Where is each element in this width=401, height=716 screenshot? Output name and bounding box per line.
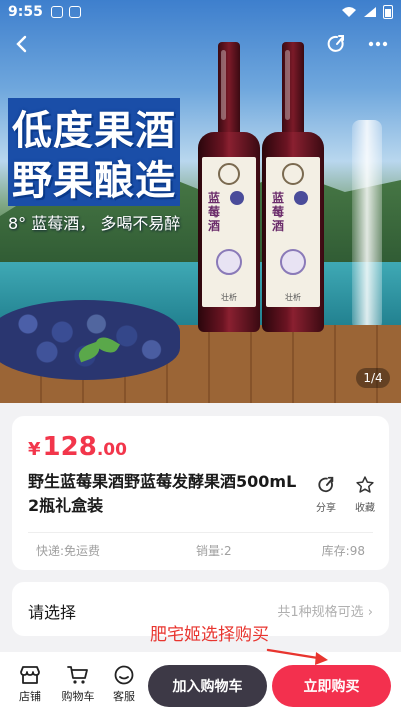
- wine-bottle: 蓝莓酒 壮析: [262, 42, 324, 332]
- signal-icon: [364, 7, 376, 17]
- bottom-action-bar: 店铺 购物车 客服 加入购物车 立即购买: [0, 652, 401, 716]
- share-button[interactable]: 分享: [308, 474, 344, 514]
- brand-logo-icon: [282, 163, 304, 185]
- waterfall-scenery: [352, 120, 382, 330]
- price-decimal: .00: [96, 440, 127, 460]
- back-button[interactable]: [8, 30, 36, 58]
- chat-icon: [114, 665, 134, 685]
- annotation-arrow-icon: [266, 648, 328, 665]
- share-label: 分享: [316, 503, 336, 514]
- wine-bottle: 蓝莓酒 壮析: [198, 42, 260, 332]
- more-button[interactable]: [364, 30, 392, 58]
- buy-now-button[interactable]: 立即购买: [272, 665, 391, 707]
- add-to-cart-button[interactable]: 加入购物车: [148, 665, 267, 707]
- seal-icon: [280, 249, 306, 275]
- more-icon: [368, 41, 388, 47]
- share-icon: [318, 476, 334, 493]
- price-integer: 128: [42, 432, 97, 462]
- favorite-label: 收藏: [355, 503, 375, 514]
- brand-logo-icon: [218, 163, 240, 185]
- product-image-carousel[interactable]: 低度果酒 野果酿造 8° 蓝莓酒， 多喝不易醉 蓝莓酒 壮析 蓝莓酒 壮析 1/…: [0, 0, 401, 403]
- cart-icon: [67, 666, 88, 684]
- berry-icon: [294, 191, 308, 205]
- product-title: 野生蓝莓果酒野蓝莓发酵果酒500mL 2瓶礼盒装: [28, 472, 297, 515]
- bottle-brand: 壮析: [285, 293, 301, 302]
- cart-label: 购物车: [61, 690, 95, 703]
- share-top-button[interactable]: [322, 30, 350, 58]
- image-pager: 1/4: [356, 368, 390, 388]
- bottle-name: 蓝莓酒: [272, 191, 285, 233]
- price-currency: ¥: [28, 439, 41, 460]
- service-label: 客服: [113, 690, 135, 703]
- blueberry-basket: [0, 300, 180, 380]
- shipping-info: 快递:免运费: [36, 544, 101, 558]
- annotation-text: 肥宅姬选择购买: [150, 625, 269, 645]
- product-price: ¥ 128 .00: [28, 432, 127, 462]
- status-time: 9:55: [8, 4, 43, 20]
- berry-icon: [230, 191, 244, 205]
- divider: [28, 532, 373, 533]
- store-tab[interactable]: 店铺: [8, 664, 52, 704]
- shield-icon: [50, 6, 63, 18]
- star-icon: [356, 476, 374, 493]
- app-notification-icon: [68, 6, 81, 18]
- product-info-card: ¥ 128 .00 野生蓝莓果酒野蓝莓发酵果酒500mL 2瓶礼盒装 分享 收藏…: [12, 416, 389, 570]
- store-label: 店铺: [19, 690, 41, 703]
- store-icon: [20, 666, 40, 684]
- hero-headline-2: 野果酿造: [8, 148, 180, 206]
- stock-count: 库存:98: [321, 544, 365, 558]
- cart-tab[interactable]: 购物车: [56, 664, 100, 704]
- spec-label: 请选择: [28, 603, 77, 622]
- bottle-brand: 壮析: [221, 293, 237, 302]
- bottle-name: 蓝莓酒: [208, 191, 221, 233]
- status-bar: 9:55: [0, 0, 401, 24]
- spec-value: 共1种规格可选 ›: [277, 605, 373, 620]
- seal-icon: [216, 249, 242, 275]
- battery-icon: [383, 5, 393, 19]
- customer-service-tab[interactable]: 客服: [102, 664, 146, 704]
- wifi-icon: [342, 7, 356, 17]
- sales-count: 销量:2: [196, 544, 232, 558]
- chevron-left-icon: [16, 35, 27, 53]
- favorite-button[interactable]: 收藏: [347, 474, 383, 514]
- hero-tagline: 8° 蓝莓酒， 多喝不易醉: [8, 214, 181, 233]
- share-icon: [327, 35, 344, 52]
